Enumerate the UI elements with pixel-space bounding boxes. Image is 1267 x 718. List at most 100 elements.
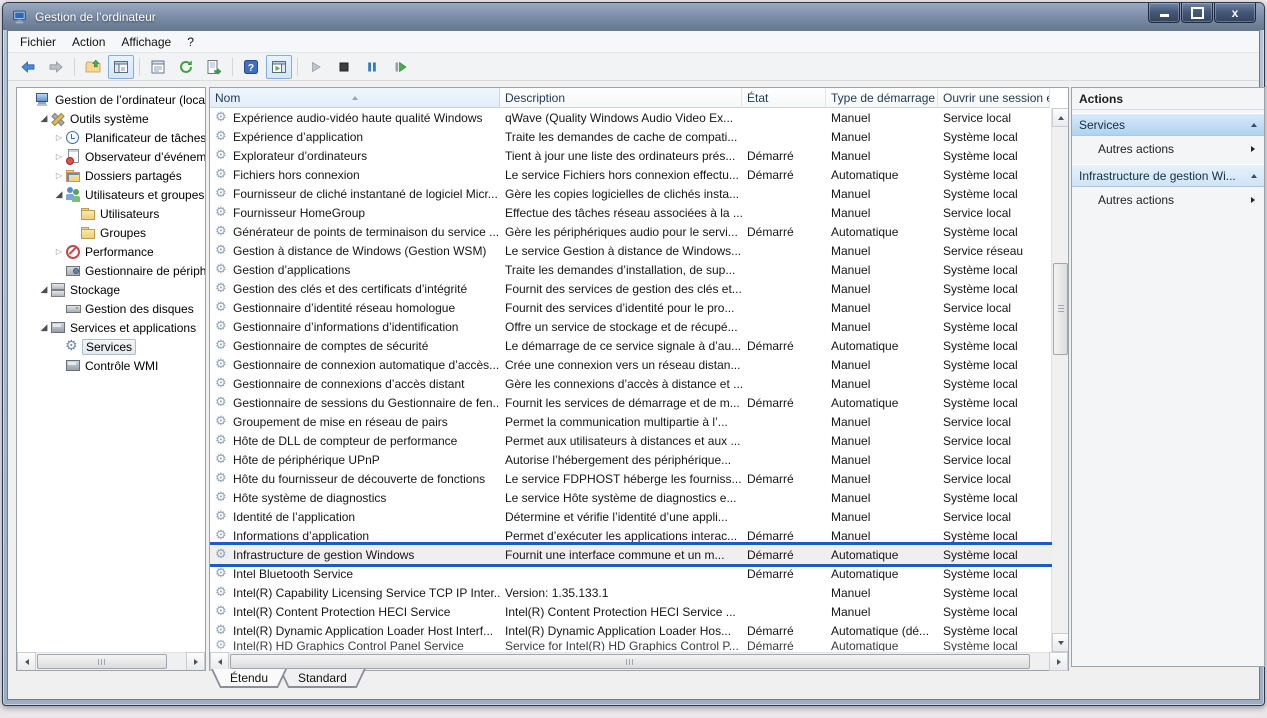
service-row-gestion-des-cles-et-des-certificats-d-integrite[interactable]: ⚙Gestion des clés et des certificats d’i…	[210, 279, 1052, 298]
column-header-type-de-demarrage[interactable]: Type de démarrage	[826, 88, 938, 108]
service-row-infrastructure-de-gestion-windows[interactable]: ⚙Infrastructure de gestion WindowsFourni…	[210, 545, 1052, 564]
service-row-gestionnaire-de-sessions-du-gestionnaire-de-fen[interactable]: ⚙Gestionnaire de sessions du Gestionnair…	[210, 393, 1052, 412]
scroll-right-button[interactable]	[186, 652, 205, 671]
tree-item-stockage[interactable]: ◢Stockage	[17, 280, 205, 299]
action-pane-toggle[interactable]	[266, 55, 292, 79]
service-row-explorateur-d-ordinateurs[interactable]: ⚙Explorateur d’ordinateursTient à jour u…	[210, 146, 1052, 165]
actions-item-autres-actions[interactable]: Autres actions	[1072, 187, 1264, 212]
refresh-button[interactable]	[173, 55, 199, 79]
up-level-button[interactable]	[80, 55, 106, 79]
close-button[interactable]: x	[1214, 3, 1256, 23]
title-bar[interactable]: Gestion de l’ordinateur x	[3, 3, 1264, 30]
scroll-left-button[interactable]	[17, 652, 36, 671]
service-row-intel-bluetooth-service[interactable]: ⚙Intel Bluetooth ServiceDémarréAutomatiq…	[210, 564, 1052, 583]
tree-item-observateur-d-evenements[interactable]: ▷Observateur d’événements	[17, 147, 205, 166]
service-row-fournisseur-homegroup[interactable]: ⚙Fournisseur HomeGroupEffectue des tâche…	[210, 203, 1052, 222]
service-row-experience-audio-video-haute-qualite-windows[interactable]: ⚙Expérience audio-vidéo haute qualité Wi…	[210, 108, 1052, 127]
properties-button[interactable]	[145, 55, 171, 79]
column-header-ouvrir-une-session-e[interactable]: Ouvrir une session e	[938, 88, 1050, 108]
service-row-hote-systeme-de-diagnostics[interactable]: ⚙Hôte système de diagnosticsLe service H…	[210, 488, 1052, 507]
tree-item-dossiers-partages[interactable]: ▷Dossiers partagés	[17, 166, 205, 185]
service-row-gestionnaire-de-comptes-de-securite[interactable]: ⚙Gestionnaire de comptes de sécuritéLe d…	[210, 336, 1052, 355]
actions-item-autres-actions[interactable]: Autres actions	[1072, 136, 1264, 161]
scrollbar-thumb[interactable]	[37, 654, 167, 669]
service-state-cell: Démarré	[742, 640, 826, 651]
service-row-fichiers-hors-connexion[interactable]: ⚙Fichiers hors connexionLe service Fichi…	[210, 165, 1052, 184]
tree-item-services-et-applications[interactable]: ◢Services et applications	[17, 318, 205, 337]
tree-item-gestionnaire-de-peripheriques[interactable]: Gestionnaire de périphériques	[17, 261, 205, 280]
tree-item-gestion-des-disques[interactable]: Gestion des disques	[17, 299, 205, 318]
scroll-down-button[interactable]	[1052, 633, 1068, 652]
menu-item-action[interactable]: Action	[64, 33, 113, 51]
tree-item-planificateur-de-taches[interactable]: ▷Planificateur de tâches	[17, 128, 205, 147]
maximize-button[interactable]	[1181, 3, 1213, 23]
tree-item-performance[interactable]: ▷Performance	[17, 242, 205, 261]
service-row-intel-r-capability-licensing-service-tcp-ip-inter[interactable]: ⚙Intel(R) Capability Licensing Service T…	[210, 583, 1052, 602]
collapsed-expander-icon[interactable]: ▷	[53, 247, 65, 256]
scrollbar-thumb[interactable]	[1053, 263, 1068, 355]
service-row-gestionnaire-de-connexion-automatique-d-acces[interactable]: ⚙Gestionnaire de connexion automatique d…	[210, 355, 1052, 374]
service-row-intel-r-dynamic-application-loader-host-interf[interactable]: ⚙Intel(R) Dynamic Application Loader Hos…	[210, 621, 1052, 640]
service-row-hote-du-fournisseur-de-decouverte-de-fonctions[interactable]: ⚙Hôte du fournisseur de découverte de fo…	[210, 469, 1052, 488]
service-row-identite-de-l-application[interactable]: ⚙Identité de l’applicationDétermine et v…	[210, 507, 1052, 526]
expanded-expander-icon[interactable]: ◢	[38, 113, 50, 124]
tree-item-label: Utilisateurs	[100, 207, 159, 221]
tree-item-gestion-de-l-ordinateur-local[interactable]: Gestion de l’ordinateur (local)	[17, 90, 205, 109]
service-row-gestion-a-distance-de-windows-gestion-wsm[interactable]: ⚙Gestion à distance de Windows (Gestion …	[210, 241, 1052, 260]
service-row-fournisseur-de-cliche-instantane-de-logiciel-micr[interactable]: ⚙Fournisseur de cliché instantané de log…	[210, 184, 1052, 203]
service-row-hote-de-dll-de-compteur-de-performance[interactable]: ⚙Hôte de DLL de compteur de performanceP…	[210, 431, 1052, 450]
forward-button[interactable]	[43, 55, 69, 79]
actions-section-header-services[interactable]: Services	[1072, 113, 1264, 136]
column-header-etat[interactable]: État	[742, 88, 826, 108]
service-row-groupement-de-mise-en-reseau-de-pairs[interactable]: ⚙Groupement de mise en réseau de pairsPe…	[210, 412, 1052, 431]
service-row-intel-r-content-protection-heci-service[interactable]: ⚙Intel(R) Content Protection HECI Servic…	[210, 602, 1052, 621]
console-tree-toggle[interactable]	[108, 55, 134, 79]
minimize-button[interactable]	[1148, 3, 1180, 23]
back-button[interactable]	[15, 55, 41, 79]
column-header-description[interactable]: Description	[500, 88, 742, 108]
service-row-hote-de-peripherique-upnp[interactable]: ⚙Hôte de périphérique UPnPAutorise l’héb…	[210, 450, 1052, 469]
expanded-expander-icon[interactable]: ◢	[53, 189, 65, 200]
menu-item-affichage[interactable]: Affichage	[113, 33, 179, 51]
tree-item-utilisateurs-et-groupes-locaux[interactable]: ◢Utilisateurs et groupes locaux	[17, 185, 205, 204]
tree-item-groupes[interactable]: Groupes	[17, 223, 205, 242]
actions-section-header-infrastructure-de-gestion-wi[interactable]: Infrastructure de gestion Wi...	[1072, 164, 1264, 187]
service-row-experience-d-application[interactable]: ⚙Expérience d’applicationTraite les dema…	[210, 127, 1052, 146]
tree-item-outils-systeme[interactable]: ◢Outils système	[17, 109, 205, 128]
tree-horizontal-scrollbar[interactable]	[17, 652, 205, 670]
tree-item-controle-wmi[interactable]: Contrôle WMI	[17, 356, 205, 375]
column-header-nom[interactable]: Nom	[210, 88, 500, 108]
service-logon-cell: Service local	[938, 412, 1050, 431]
collapsed-expander-icon[interactable]: ▷	[53, 133, 65, 142]
scrollbar-track[interactable]	[229, 653, 1049, 670]
start-service-button[interactable]	[303, 55, 329, 79]
service-row-gestionnaire-d-identite-reseau-homologue[interactable]: ⚙Gestionnaire d’identité réseau homologu…	[210, 298, 1052, 317]
restart-service-button[interactable]	[387, 55, 413, 79]
scroll-up-button[interactable]	[1052, 108, 1068, 127]
scrollbar-thumb[interactable]	[230, 654, 1030, 669]
service-row-intel-r-hd-graphics-control-panel-service[interactable]: ⚙Intel(R) HD Graphics Control Panel Serv…	[210, 640, 1052, 651]
expanded-expander-icon[interactable]: ◢	[38, 284, 50, 295]
service-row-gestion-d-applications[interactable]: ⚙Gestion d’applicationsTraite les demand…	[210, 260, 1052, 279]
help-button[interactable]: ?	[238, 55, 264, 79]
list-vertical-scrollbar[interactable]	[1051, 108, 1068, 652]
service-row-informations-d-application[interactable]: ⚙Informations d’applicationPermet d’exéc…	[210, 526, 1052, 545]
tree-item-services[interactable]: Services	[17, 337, 205, 356]
expanded-expander-icon[interactable]: ◢	[38, 322, 50, 333]
service-row-gestionnaire-d-informations-d-identification[interactable]: ⚙Gestionnaire d’informations d’identific…	[210, 317, 1052, 336]
submenu-arrow-icon	[1251, 197, 1255, 203]
collapsed-expander-icon[interactable]: ▷	[53, 152, 65, 161]
list-horizontal-scrollbar[interactable]	[210, 652, 1068, 670]
export-list-button[interactable]	[201, 55, 227, 79]
pause-service-button[interactable]	[359, 55, 385, 79]
tab-etendu[interactable]: Étendu	[211, 669, 287, 688]
tree-item-utilisateurs[interactable]: Utilisateurs	[17, 204, 205, 223]
service-row-gestionnaire-de-connexions-d-acces-distant[interactable]: ⚙Gestionnaire de connexions d’accès dist…	[210, 374, 1052, 393]
scrollbar-track[interactable]	[36, 653, 186, 670]
service-row-generateur-de-points-de-terminaison-du-service[interactable]: ⚙Générateur de points de terminaison du …	[210, 222, 1052, 241]
menu-item-fichier[interactable]: Fichier	[12, 33, 64, 51]
stop-service-button[interactable]	[331, 55, 357, 79]
scroll-right-button[interactable]	[1049, 652, 1068, 671]
collapsed-expander-icon[interactable]: ▷	[53, 171, 65, 180]
menu-item-help[interactable]: ?	[179, 33, 202, 51]
